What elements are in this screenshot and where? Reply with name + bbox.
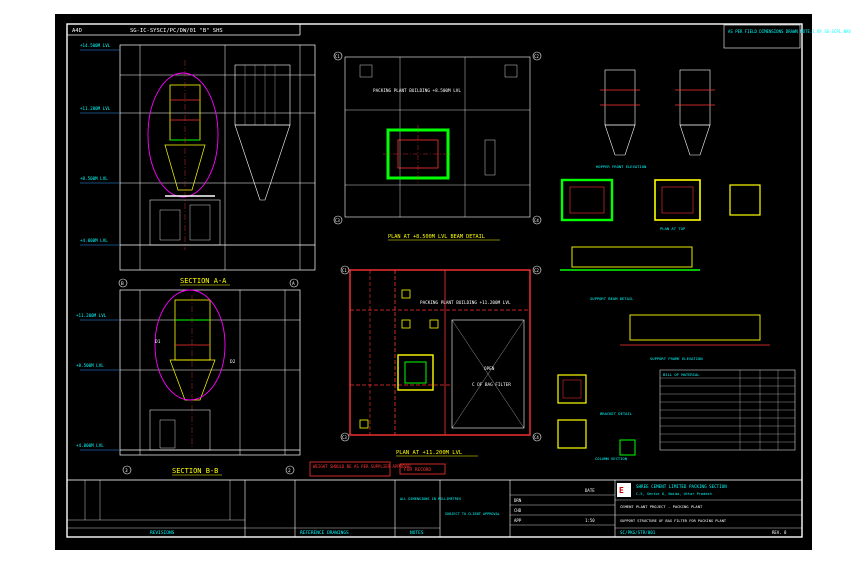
plan-a7-open: OPEN: [484, 366, 495, 372]
project-name: CEMENT PLANT PROJECT - PACKING PLANT: [620, 504, 703, 509]
approval-stamp: SUBJECT TO CLIENT APPROVAL: [445, 512, 500, 516]
level-aa-1: +14.500M LVL: [80, 43, 111, 48]
approved-label: APP: [514, 518, 522, 523]
hopper-title: HOPPER FRONT ELEVATION: [596, 164, 647, 169]
weight-warning: WEIGHT SHOULD BE AS PER SUPPLIER APPROVA…: [313, 464, 412, 469]
level-aa-4: +4.000M LVL: [80, 238, 108, 243]
grid-aa-a: A: [292, 281, 295, 287]
logo-mark: E: [619, 486, 624, 495]
rev-label: REVISIONS: [150, 530, 175, 536]
plan-a7-c2: C2: [534, 268, 539, 273]
plan-a7-c4: C4: [534, 435, 539, 440]
level-bb-1: +11.200M LVL: [76, 313, 107, 318]
bom-title: BILL OF MATERIAL: [663, 372, 700, 377]
header-tag: A4D: [72, 28, 82, 34]
beam-title: SUPPORT BEAM DETAIL: [590, 296, 634, 301]
plan-a7-c1: C1: [342, 268, 347, 273]
plan-a7-c3: C3: [342, 435, 347, 440]
for-record: FOR RECORD: [404, 467, 431, 473]
notes-label: NOTES: [410, 530, 424, 536]
level-bb-3: +4.000M LVL: [76, 443, 104, 448]
date-col: DATE: [585, 488, 595, 493]
company-name: SHREE CEMENT LIMITED PACKING SECTION: [636, 484, 727, 489]
level-aa-3: +8.500M LVL: [80, 176, 108, 181]
company-address: C-5, Sector 6, Noida, Uttar Pradesh: [636, 492, 712, 496]
section-bb-title: SECTION B-B: [172, 467, 218, 475]
plan-a1-c3: C3: [335, 218, 340, 223]
bracket-title: BRACKET DETAIL: [600, 411, 633, 416]
grid-aa-b: B: [121, 281, 124, 287]
level-aa-2: +11.200M LVL: [80, 106, 111, 111]
frame-title: SUPPORT FRAME ELEVATION: [650, 356, 703, 361]
plan-top-title: PLAN AT TOP: [660, 226, 686, 231]
plan-a1-c2: C2: [534, 54, 539, 59]
sheet-background: [55, 14, 812, 550]
grid-bb-2: 2: [288, 468, 291, 474]
drawn-label: DRN: [514, 498, 522, 503]
scale-value: 1:50: [585, 518, 595, 523]
drawing-sheet: A4D SG-IC-SYSCI/PC/DW/01 "B" SHS AS PER …: [55, 14, 851, 550]
plan-a7-title: PLAN AT +11.200M LVL: [396, 450, 463, 456]
mark-d1: D1: [155, 339, 161, 345]
drawing-number: SC/PKG/STR/001: [620, 530, 656, 535]
plan-a7-filter: C OF BAG FILTER: [472, 382, 511, 388]
top-right-note-text: AS PER FIELD DIMENSIONS DRAWN NOTE:1 BY …: [728, 29, 851, 34]
level-bb-2: +8.500M LVL: [76, 363, 104, 368]
mid-stamp: ALL DIMENSIONS IN MILLIMETRES: [400, 497, 461, 501]
column-title: COLUMN SECTION: [595, 456, 628, 461]
mark-d2: D2: [230, 359, 236, 365]
plan-a1-c1: C1: [335, 54, 340, 59]
sheet-rev: REV. 0: [772, 530, 787, 535]
plan-a1-label: PACKING PLANT BUILDING +8.500M LVL: [373, 88, 461, 94]
cad-viewport: A4D SG-IC-SYSCI/PC/DW/01 "B" SHS AS PER …: [0, 0, 867, 562]
plan-a7-label: PACKING PLANT BUILDING +11.200M LVL: [420, 300, 511, 306]
plan-a1-title: PLAN AT +8.500M LVL BEAM DETAIL: [388, 234, 485, 240]
ref-label: REFERENCE DRAWINGS: [300, 530, 349, 536]
grid-bb-3: 3: [125, 468, 128, 474]
section-aa-title: SECTION A-A: [180, 277, 227, 285]
checked-label: CHD: [514, 508, 522, 513]
plan-a1-c4: C4: [534, 218, 539, 223]
drawing-title: SUPPORT STRUCTURE OF BAG FILTER FOR PACK…: [620, 519, 727, 523]
drawing-ref: SG-IC-SYSCI/PC/DW/01 "B" SHS: [130, 28, 223, 34]
